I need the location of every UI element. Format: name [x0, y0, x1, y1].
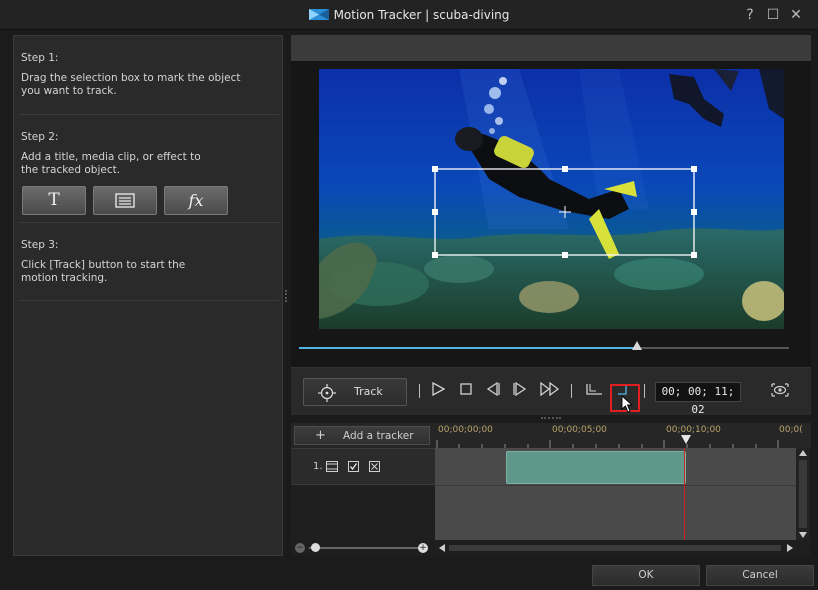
steps-panel: Step 1: Drag the selection box to mark t…: [13, 35, 283, 556]
add-tracker-button[interactable]: + Add a tracker: [294, 426, 430, 445]
timeline-ruler[interactable]: 00;00;00;00 00;00;05;00 00;00;10;00 00;0…: [436, 423, 803, 448]
divider: [19, 300, 279, 301]
media-clip-icon: [115, 193, 135, 208]
previous-frame-button[interactable]: [485, 381, 501, 400]
title-bar: Motion Tracker | scuba-diving ? ☐ ✕: [0, 0, 818, 30]
timeline-footer: − +: [291, 540, 811, 556]
divider: [19, 114, 279, 115]
mark-in-button[interactable]: [584, 382, 604, 400]
timeline-header: + Add a tracker 00;00;00;00 00;00;05;00 …: [291, 423, 811, 448]
horizontal-scroll-thumb[interactable]: [449, 545, 781, 551]
timeline-track-area[interactable]: [435, 448, 796, 540]
timeline-vertical-scrollbar[interactable]: [796, 448, 810, 540]
playhead-line: [684, 448, 685, 540]
help-button[interactable]: ?: [742, 7, 758, 23]
close-button[interactable]: ✕: [788, 7, 804, 23]
next-frame-button[interactable]: [512, 381, 528, 400]
tracker-index: 1.: [313, 461, 323, 472]
track-button-label: Track: [354, 385, 383, 398]
window-title: Motion Tracker | scuba-diving: [0, 8, 818, 22]
zoom-in-icon[interactable]: +: [418, 543, 428, 553]
playback-controls: Track 00; 00; 11; 02: [291, 367, 811, 416]
track-list-empty: [291, 485, 435, 540]
scroll-right-icon[interactable]: [787, 544, 793, 552]
add-media-button[interactable]: [93, 186, 157, 215]
tracker-row-label: 1.: [291, 448, 435, 485]
scrubber-thumb[interactable]: [632, 341, 643, 350]
maximize-button[interactable]: ☐: [765, 7, 781, 23]
step-2-text: Add a title, media clip, or effect to th…: [21, 151, 201, 176]
video-frame: [319, 69, 784, 329]
video-preview[interactable]: [319, 69, 784, 329]
zoom-slider-thumb[interactable]: [311, 543, 320, 552]
preview-scrubber[interactable]: [299, 341, 789, 350]
ruler-ticks: [436, 440, 779, 448]
tracked-clip[interactable]: [506, 451, 686, 484]
track-divider: [435, 485, 796, 486]
fast-forward-icon: [540, 381, 560, 397]
app-logo-icon: [308, 9, 329, 20]
eye-icon: [771, 383, 789, 397]
mark-in-icon: [586, 384, 602, 395]
cancel-button[interactable]: Cancel: [706, 565, 814, 586]
crosshair-icon: [318, 384, 336, 402]
add-tracker-label: Add a tracker: [343, 430, 414, 442]
play-icon: [432, 381, 446, 397]
ruler-label: 00;00;10;00: [666, 425, 721, 435]
zoom-slider[interactable]: [309, 547, 419, 549]
window-title-text: Motion Tracker | scuba-diving: [333, 8, 510, 22]
ruler-label: 00;00;00;00: [438, 425, 493, 435]
scroll-down-icon[interactable]: [799, 532, 807, 538]
playhead-marker[interactable]: [681, 435, 691, 444]
divider: [644, 384, 645, 398]
divider: [19, 222, 279, 223]
panel-splitter[interactable]: [285, 290, 287, 302]
play-button[interactable]: [430, 381, 446, 400]
ruler-label: 00;0(: [779, 425, 803, 435]
scroll-up-icon[interactable]: [799, 450, 807, 456]
effect-icon: fx: [188, 191, 204, 210]
remove-tracker-icon[interactable]: [369, 461, 380, 472]
divider: [419, 384, 420, 398]
previous-frame-icon: [486, 381, 500, 397]
step-3-title: Step 3:: [21, 239, 59, 251]
fast-forward-button[interactable]: [540, 381, 560, 400]
mouse-cursor-icon: [621, 395, 634, 413]
step-1-title: Step 1:: [21, 52, 59, 64]
preview-header: [291, 35, 811, 61]
scrubber-progress: [299, 347, 638, 349]
plus-icon: +: [315, 428, 326, 443]
stop-icon: [460, 383, 472, 395]
add-effect-button[interactable]: fx: [164, 186, 228, 215]
step-1: Step 1: Drag the selection box to mark t…: [21, 52, 261, 98]
timeline-splitter[interactable]: [541, 417, 561, 420]
clip-type-icon: [326, 461, 338, 472]
scroll-left-icon[interactable]: [439, 544, 445, 552]
vertical-scroll-thumb[interactable]: [799, 460, 807, 528]
stop-button[interactable]: [458, 382, 474, 400]
step-3-text: Click [Track] button to start the motion…: [21, 259, 186, 284]
step-1-text: Drag the selection box to mark the objec…: [21, 72, 241, 97]
timecode-display[interactable]: 00; 00; 11; 02: [655, 382, 741, 416]
enable-checkbox[interactable]: [348, 461, 359, 472]
ok-button[interactable]: OK: [592, 565, 700, 586]
title-icon: T: [48, 190, 60, 210]
next-frame-icon: [513, 381, 527, 397]
zoom-out-icon[interactable]: −: [295, 543, 305, 553]
divider: [571, 384, 572, 398]
step-2-title: Step 2:: [21, 131, 59, 143]
step-3: Step 3: Click [Track] button to start th…: [21, 239, 221, 285]
track-button[interactable]: Track: [303, 378, 407, 406]
step-2: Step 2: Add a title, media clip, or effe…: [21, 131, 221, 177]
add-title-button[interactable]: T: [22, 186, 86, 215]
preview-quality-button[interactable]: [769, 382, 791, 400]
ruler-label: 00;00;05;00: [552, 425, 607, 435]
